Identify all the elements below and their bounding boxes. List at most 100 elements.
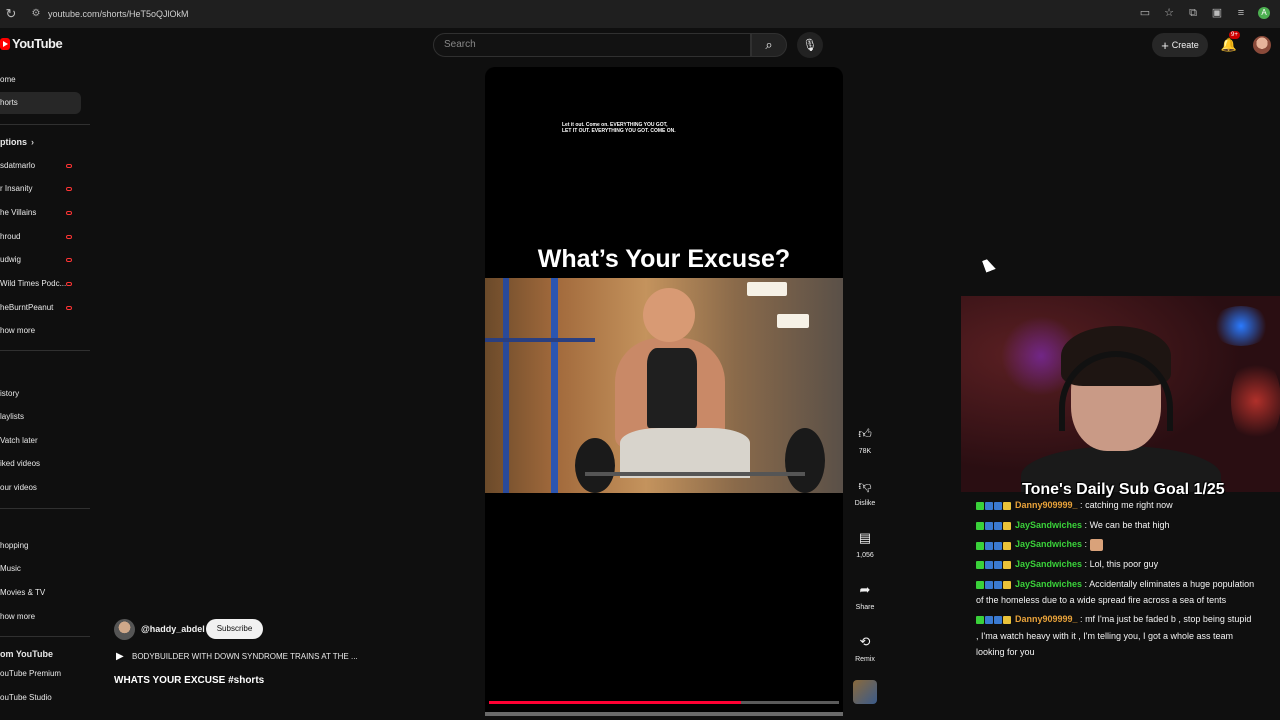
channel-name: Wild Times Podc... <box>0 279 67 288</box>
chat-username[interactable]: JaySandwiches <box>1015 520 1082 530</box>
lifter-pants <box>620 428 750 478</box>
channel-name: udwig <box>0 255 21 264</box>
live-icon <box>66 211 72 215</box>
sidebar-item-liked-videos[interactable]: iked videos <box>0 453 81 475</box>
like-button[interactable]: 👍︎ 78K <box>848 424 882 455</box>
sidebar-show-more[interactable]: how more <box>0 606 81 628</box>
chat-badge-icon <box>994 502 1002 511</box>
subscribe-button[interactable]: Subscribe <box>206 619 263 639</box>
remix-button[interactable]: ⟲ Remix <box>848 632 882 663</box>
chat-username[interactable]: JaySandwiches <box>1015 559 1082 569</box>
chat-username[interactable]: Danny909999_ <box>1015 500 1078 510</box>
sidebar-item-playlists[interactable]: laylists <box>0 406 81 428</box>
chat-badges <box>976 576 1012 592</box>
sidebar-item-watch-later[interactable]: Vatch later <box>0 430 81 452</box>
chat-username[interactable]: Danny909999_ <box>1015 614 1078 624</box>
create-label: Create <box>1171 40 1199 50</box>
address-bar[interactable]: youtube.com/shorts/HeT5oQJlOkM <box>48 9 189 19</box>
chat-badge-icon <box>994 616 1002 625</box>
remix-label: Remix <box>855 656 875 663</box>
search-input[interactable]: Search <box>433 33 751 57</box>
shorts-player[interactable]: Let it out. Come on. EVERYTHING YOU GOT,… <box>485 67 843 716</box>
bookmark-star-icon[interactable]: ☆ <box>1162 6 1176 20</box>
comments-button[interactable]: ▤ 1,056 <box>848 528 882 559</box>
sidebar-item-channel[interactable]: hroud <box>0 226 81 248</box>
channel-avatar[interactable] <box>114 619 135 640</box>
divider <box>0 124 90 125</box>
sidebar-item-youtube-premium[interactable]: ouTube Premium <box>0 663 81 685</box>
youtube-logo[interactable]: YouTube <box>0 36 63 51</box>
sidebar-item-music[interactable]: Music <box>0 558 81 580</box>
sound-thumbnail[interactable] <box>853 680 877 704</box>
video-title[interactable]: BODYBUILDER WITH DOWN SYNDROME TRAINS AT… <box>132 652 358 661</box>
extensions-icon[interactable]: ⧉ <box>1186 6 1200 20</box>
channel-name: he Villains <box>0 208 37 217</box>
search-button[interactable]: ⌕ <box>751 33 787 57</box>
chat-separator: : <box>1077 500 1086 510</box>
chat-separator: : <box>1082 578 1090 589</box>
live-icon <box>66 258 72 262</box>
chat-badge-icon <box>1003 616 1011 625</box>
sidebar-item-label: iked videos <box>0 459 41 468</box>
sidebar-show-more[interactable]: how more <box>0 320 81 342</box>
sidebar-item-your-videos[interactable]: our videos <box>0 477 81 499</box>
next-short-edge <box>485 712 843 716</box>
video-caption: Let it out. Come on. EVERYTHING YOU GOT,… <box>562 122 676 134</box>
chat-username[interactable]: JaySandwiches <box>1015 539 1082 549</box>
chat-badge-icon <box>976 502 984 511</box>
chat-username[interactable]: JaySandwiches <box>1015 579 1082 589</box>
sidebar-item-channel[interactable]: udwig <box>0 249 81 271</box>
share-button[interactable]: ➦ Share <box>848 580 882 611</box>
chat-badges <box>976 557 1012 573</box>
sidebar-item-shorts[interactable]: horts <box>0 92 81 114</box>
chat-badges <box>976 498 1012 514</box>
sidebar-item-label: ouTube Studio <box>0 693 52 702</box>
sidebar-item-channel[interactable]: sdatmarlo <box>0 155 81 177</box>
sidebar-item-subscriptions[interactable]: ptions › <box>0 131 81 153</box>
chat-badge-icon <box>985 502 993 511</box>
sidebar-item-movies-tv[interactable]: Movies & TV <box>0 582 81 604</box>
play-icon[interactable]: ▶ <box>116 651 124 662</box>
menu-icon[interactable]: ≡ <box>1234 6 1248 20</box>
sidebar-item-history[interactable]: istory <box>0 383 81 405</box>
reload-icon[interactable]: ↻ <box>2 5 20 23</box>
dislike-button[interactable]: 👎︎ Dislike <box>848 476 882 507</box>
chat-badge-icon <box>1003 561 1011 570</box>
live-icon <box>66 282 72 286</box>
sidebar-item-channel[interactable]: heBurntPeanut <box>0 297 81 319</box>
youtube-header: YouTube Search ⌕ 🎙 + Create 🔔 9+ <box>0 28 1280 62</box>
youtube-play-icon <box>0 37 10 50</box>
chat-text: catching me right now <box>1085 500 1173 510</box>
chat-message: Danny909999_ : mf I'ma just be faded b ,… <box>976 611 1256 660</box>
account-avatar[interactable] <box>1253 36 1271 54</box>
create-button[interactable]: + Create <box>1152 33 1208 57</box>
channel-handle[interactable]: @haddy_abdel <box>141 624 205 634</box>
chat-badge-icon <box>985 541 993 550</box>
video-subtitle: WHATS YOUR EXCUSE #shorts <box>114 675 265 686</box>
chat-separator: : <box>1082 539 1090 550</box>
sidebar-item-channel[interactable]: he Villains <box>0 202 81 224</box>
divider <box>0 350 90 351</box>
sidebar-item-shopping[interactable]: hopping <box>0 535 81 557</box>
sidebar-item-channel[interactable]: Wild Times Podc... <box>0 273 81 295</box>
video-progress-bar[interactable] <box>489 701 839 704</box>
browser-profile-avatar[interactable]: A <box>1258 7 1270 19</box>
cast-icon[interactable]: ▭ <box>1138 6 1152 20</box>
chat-message: JaySandwiches : Lol, this poor guy <box>976 556 1256 573</box>
streamer-webcam <box>961 296 1280 492</box>
sidepanel-icon[interactable]: ▣ <box>1210 6 1224 20</box>
sidebar-item-home[interactable]: ome <box>0 69 81 91</box>
live-icon <box>66 164 72 168</box>
sidebar-item-channel[interactable]: r Insanity <box>0 178 81 200</box>
dislike-label: Dislike <box>854 500 876 507</box>
rack-bar <box>485 338 595 342</box>
barbell <box>585 472 805 476</box>
chat-badges <box>976 517 1012 533</box>
chat-badge-icon <box>976 616 984 625</box>
site-info-icon[interactable]: ⚙ <box>28 6 44 22</box>
voice-search-button[interactable]: 🎙 <box>797 32 823 58</box>
chat-badge-icon <box>976 521 984 530</box>
chat-separator: : <box>1077 614 1086 625</box>
chat-badge-icon <box>1003 580 1011 589</box>
sidebar-item-youtube-studio[interactable]: ouTube Studio <box>0 687 81 709</box>
